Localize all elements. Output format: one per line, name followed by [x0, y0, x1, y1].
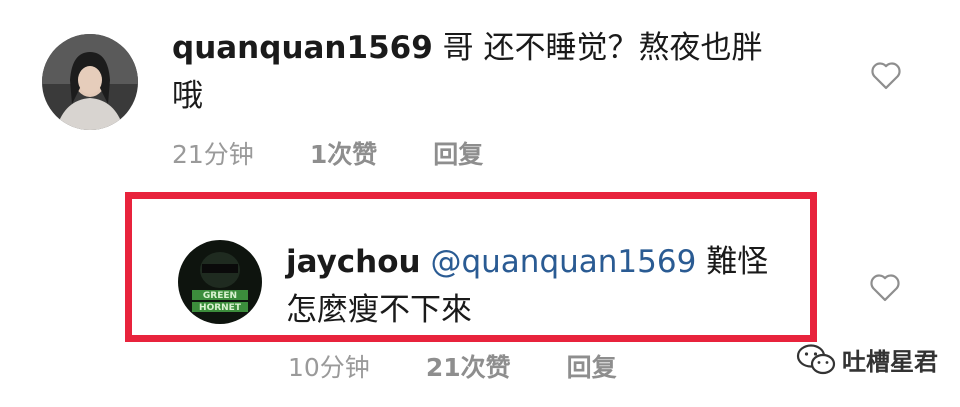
comment-likes[interactable]: 1次赞	[310, 135, 377, 171]
reply-mention-link[interactable]: @quanquan1569	[430, 244, 696, 280]
reply-likes[interactable]: 21次赞	[426, 348, 511, 384]
reply-line-1: jaychou @quanquan1569 難怪	[286, 238, 806, 286]
like-comment-heart-icon[interactable]	[869, 60, 903, 90]
reply-text-line2: 怎麼瘦不下來	[286, 292, 472, 328]
comment-text-line1: 哥 还不睡觉？熬夜也胖	[442, 30, 763, 66]
reply-reply-button[interactable]: 回复	[567, 348, 617, 384]
avatar-jaychou[interactable]: GREEN HORNET	[178, 240, 262, 324]
reply-time: 10分钟	[288, 353, 370, 382]
watermark: 吐槽星君	[796, 342, 938, 377]
avatar-quanquan1569[interactable]	[42, 34, 138, 130]
wechat-icon	[796, 343, 836, 374]
reply-username[interactable]: jaychou	[286, 244, 421, 280]
comment-reply-button[interactable]: 回复	[433, 135, 483, 171]
reply-body: jaychou @quanquan1569 難怪 怎麼瘦不下來	[286, 238, 806, 334]
comment-username[interactable]: quanquan1569	[172, 30, 433, 66]
comment-line-1: quanquan1569 哥 还不睡觉？熬夜也胖	[172, 24, 862, 72]
comment-meta: 21分钟 1次赞 回复	[172, 135, 483, 171]
reply-meta: 10分钟 21次赞 回复	[288, 348, 617, 384]
watermark-text: 吐槽星君	[842, 348, 938, 376]
svg-text:HORNET: HORNET	[199, 303, 242, 313]
comment-text-line2: 哦	[172, 78, 203, 114]
comment-time: 21分钟	[172, 140, 254, 169]
svg-text:GREEN: GREEN	[203, 291, 237, 301]
like-reply-heart-icon[interactable]	[868, 272, 902, 302]
reply-text-line1-tail: 難怪	[706, 244, 769, 280]
comment-body: quanquan1569 哥 还不睡觉？熬夜也胖 哦	[172, 24, 862, 120]
